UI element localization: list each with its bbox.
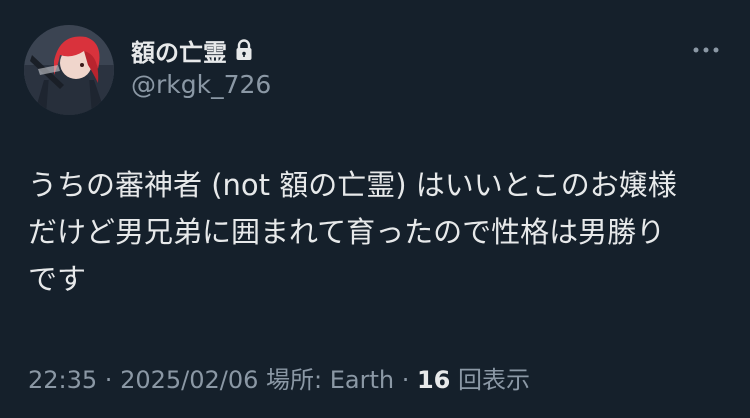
meta-separator: ·: [394, 366, 417, 394]
views-count[interactable]: 16: [417, 366, 450, 394]
post-meta: 22:35 · 2025/02/06 場所: Earth · 16 回表示: [28, 360, 530, 395]
views-label: 回表示: [450, 366, 531, 394]
display-name[interactable]: 額の亡霊: [131, 33, 227, 68]
post-location: 場所: Earth: [258, 366, 395, 394]
display-name-row: 額の亡霊: [131, 32, 253, 68]
lock-icon: [236, 39, 252, 60]
avatar-image: [24, 25, 114, 115]
more-horizontal-icon[interactable]: [690, 40, 722, 60]
post-detail: 額の亡霊 @rkgk_726 うちの審神者 (not 額の亡霊) はいいとこのお…: [0, 0, 750, 418]
post-time[interactable]: 22:35: [28, 366, 97, 394]
meta-separator: ·: [97, 366, 121, 394]
post-text: うちの審神者 (not 額の亡霊) はいいとこのお嬢様 だけど男兄弟に囲まれて育…: [28, 168, 677, 296]
post-date[interactable]: 2025/02/06: [120, 366, 258, 394]
avatar[interactable]: [24, 25, 114, 115]
user-handle[interactable]: @rkgk_726: [131, 70, 271, 99]
